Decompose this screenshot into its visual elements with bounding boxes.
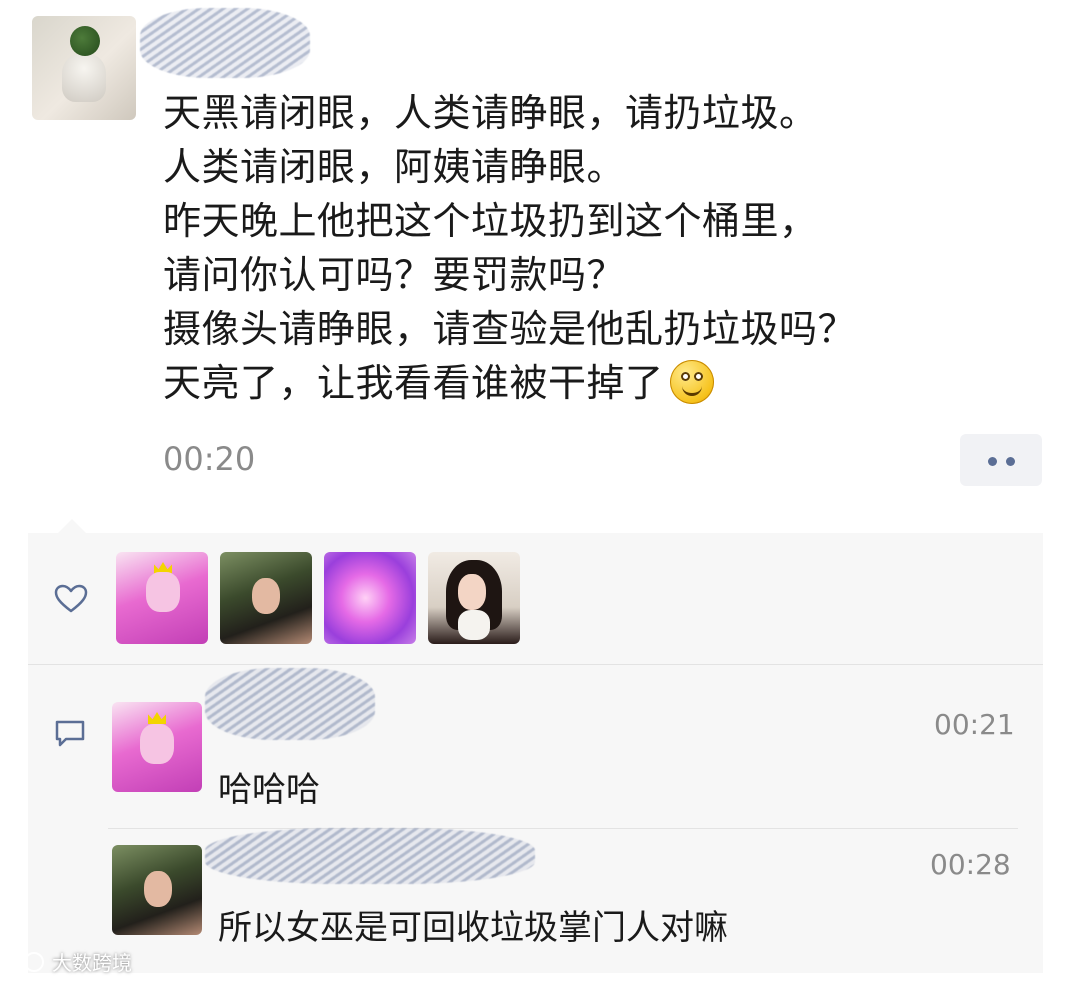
post-line: 请问你认可吗？要罚款吗？ bbox=[163, 253, 626, 297]
panel-arrow bbox=[58, 519, 86, 533]
redacted-commenter-name bbox=[205, 668, 375, 740]
more-dots-icon-dot bbox=[1006, 457, 1015, 466]
watermark-text: 大数跨境 bbox=[52, 950, 132, 975]
post-line: 天黑请闭眼，人类请睁眼，请扔垃圾。 bbox=[163, 91, 818, 135]
smiley-emoji-icon bbox=[669, 360, 714, 404]
redacted-commenter-name bbox=[205, 828, 535, 884]
post-content: 天黑请闭眼，人类请睁眼，请扔垃圾。 人类请闭眼，阿姨请睁眼。 昨天晚上他把这个垃… bbox=[163, 86, 1043, 410]
post-line: 人类请闭眼，阿姨请睁眼。 bbox=[163, 145, 626, 189]
more-button[interactable] bbox=[960, 434, 1042, 486]
heart-icon bbox=[54, 584, 88, 613]
woman-avatar[interactable] bbox=[220, 552, 312, 644]
post-line-last: 天亮了，让我看看谁被干掉了 bbox=[163, 356, 1043, 410]
comment-text: 所以女巫是可回收垃圾掌门人对嘛 bbox=[218, 908, 728, 948]
like-avatars bbox=[116, 552, 520, 644]
more-dots-icon bbox=[988, 457, 997, 466]
post-line: 天亮了，让我看看谁被干掉了 bbox=[163, 361, 664, 405]
post-line: 昨天晚上他把这个垃圾扔到这个桶里， bbox=[163, 199, 818, 243]
frog-doll-head bbox=[70, 26, 100, 56]
post-line: 摄像头请睁眼，请查验是他乱扔垃圾吗？ bbox=[163, 307, 857, 351]
princess-bubblegum-avatar[interactable] bbox=[116, 552, 208, 644]
watermark-logo-icon bbox=[8, 950, 46, 972]
commenter-avatar[interactable] bbox=[112, 845, 202, 935]
commenter-avatar[interactable] bbox=[112, 702, 202, 792]
comment-time: 00:21 bbox=[934, 708, 1015, 741]
frog-doll-body bbox=[62, 54, 106, 102]
pink-blur-avatar[interactable] bbox=[324, 552, 416, 644]
comment-divider bbox=[108, 828, 1018, 829]
post-time: 00:20 bbox=[163, 440, 256, 478]
comment-text: 哈哈哈 bbox=[218, 770, 320, 810]
redacted-poster-name bbox=[140, 8, 310, 78]
panel-divider bbox=[28, 664, 1043, 665]
comment-time: 00:28 bbox=[930, 848, 1011, 881]
poster-avatar[interactable] bbox=[32, 16, 136, 120]
girl-with-cat-avatar[interactable] bbox=[428, 552, 520, 644]
watermark: 大数跨境 bbox=[8, 947, 132, 975]
comment-icon bbox=[55, 720, 85, 747]
